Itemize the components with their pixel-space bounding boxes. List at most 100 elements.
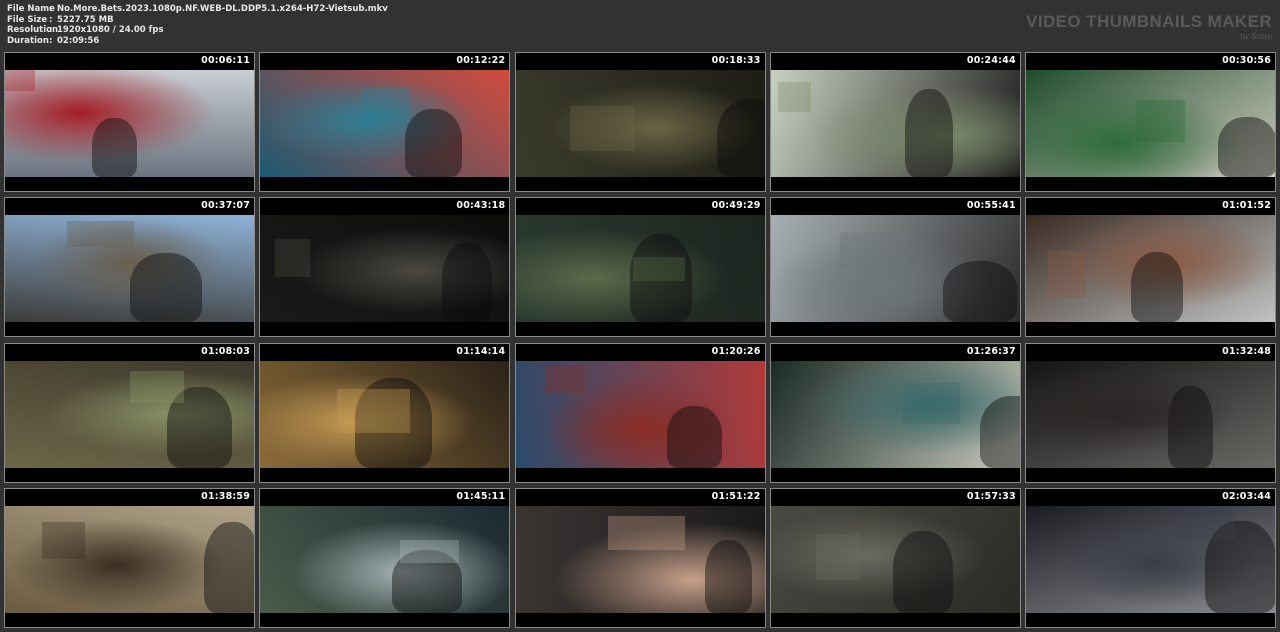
thumbnail: 00:24:44 xyxy=(769,52,1021,192)
video-frame xyxy=(5,70,254,177)
scene-shape xyxy=(204,521,254,613)
scene-shape xyxy=(1110,401,1186,427)
brand-title: VIDEO THUMBNAILS MAKER xyxy=(1026,12,1272,31)
thumbnail: 01:38:59 xyxy=(4,487,255,628)
scene-shape xyxy=(1217,117,1275,177)
thumbnail: 01:20:26 xyxy=(514,342,766,483)
timestamp: 00:49:29 xyxy=(711,200,761,212)
thumbnail: 01:01:52 xyxy=(1025,197,1276,338)
timestamp: 02:03:44 xyxy=(1222,490,1271,502)
video-frame xyxy=(515,360,765,468)
timestamp: 01:26:37 xyxy=(966,345,1016,357)
scene-shape xyxy=(362,88,410,122)
timestamp: 00:12:22 xyxy=(456,55,506,66)
file-size-row: File Size : 5227.75 MB xyxy=(7,14,114,25)
resolution-row: Resolution : 1920x1080 / 24.00 fps xyxy=(7,25,164,36)
thumbnail: 01:14:14 xyxy=(259,342,511,483)
scene-shape xyxy=(778,81,811,112)
scene-shape xyxy=(632,257,685,281)
video-frame xyxy=(5,505,254,613)
file-name-row: File Name : No.More.Bets.2023.1080p.NF.W… xyxy=(7,4,388,14)
duration-value: 02:09:56 xyxy=(57,35,100,46)
video-frame xyxy=(770,505,1020,613)
thumbnail-grid: 00:06:11 00:12:22 00:18:33 00:24:44 00:30:56… xyxy=(4,52,1276,628)
timestamp: 00:06:11 xyxy=(201,55,250,66)
brand-watermark: VIDEO THUMBNAILS MAKER by Scorp xyxy=(1026,12,1272,42)
thumbnail: 00:49:29 xyxy=(514,197,766,338)
video-frame xyxy=(5,360,254,468)
scene-shape xyxy=(1172,509,1236,541)
timestamp: 00:18:33 xyxy=(711,55,761,66)
file-name-value: No.More.Bets.2023.1080p.NF.WEB-DL.DDP5.1… xyxy=(57,4,388,14)
thumbnail: 01:51:22 xyxy=(514,487,766,628)
scene-shape xyxy=(979,395,1020,468)
scene-shape xyxy=(545,364,586,394)
video-frame xyxy=(5,215,254,323)
file-size-label: File Size xyxy=(7,14,48,25)
thumbnail: 00:12:22 xyxy=(259,52,511,192)
scene-shape xyxy=(442,243,492,323)
video-frame xyxy=(770,360,1020,468)
video-frame xyxy=(1026,505,1275,613)
timestamp: 01:14:14 xyxy=(456,345,506,357)
video-frame xyxy=(515,215,765,323)
video-frame xyxy=(260,215,510,323)
timestamp: 01:38:59 xyxy=(201,490,250,502)
thumbnail: 00:06:11 xyxy=(4,52,255,192)
timestamp: 00:24:44 xyxy=(966,55,1016,66)
timestamp: 01:51:22 xyxy=(711,490,761,502)
video-frame xyxy=(515,70,765,177)
scene-shape xyxy=(1048,250,1086,298)
scene-shape xyxy=(42,521,85,560)
thumbnail: 02:03:44 xyxy=(1025,487,1276,628)
timestamp: 00:55:41 xyxy=(966,200,1016,212)
thumbnail: 01:57:33 xyxy=(769,487,1021,628)
thumbnail: 01:32:48 xyxy=(1025,342,1276,483)
scene-shape xyxy=(129,371,185,404)
timestamp: 00:43:18 xyxy=(456,200,506,212)
scene-shape xyxy=(815,533,861,580)
video-frame xyxy=(1026,360,1275,468)
video-frame xyxy=(260,70,510,177)
timestamp: 00:30:56 xyxy=(1222,55,1271,66)
scene-shape xyxy=(905,89,953,177)
file-size-value: 5227.75 MB xyxy=(57,14,114,25)
thumbnail: 01:26:37 xyxy=(769,342,1021,483)
timestamp: 01:45:11 xyxy=(456,490,506,502)
thumbnail: 00:30:56 xyxy=(1025,52,1276,192)
scene-shape xyxy=(67,220,135,248)
thumbnail: 01:45:11 xyxy=(259,487,511,628)
scene-shape xyxy=(840,232,911,268)
scene-shape xyxy=(1135,99,1186,142)
scene-shape xyxy=(5,70,35,92)
scene-shape xyxy=(892,530,953,613)
resolution-label: Resolution xyxy=(7,25,59,36)
timestamp: 01:08:03 xyxy=(201,345,250,357)
video-frame xyxy=(770,215,1020,323)
thumbnail: 00:37:07 xyxy=(4,197,255,338)
scene-shape xyxy=(704,540,753,613)
file-name-label: File Name xyxy=(7,4,55,14)
video-frame xyxy=(1026,70,1275,177)
scene-shape xyxy=(667,405,723,468)
timestamp: 01:20:26 xyxy=(711,345,761,357)
scene-shape xyxy=(570,106,635,152)
thumbnail: 01:08:03 xyxy=(4,342,255,483)
scene-shape xyxy=(404,108,462,177)
video-frame xyxy=(260,505,510,613)
scene-shape xyxy=(337,389,410,434)
video-frame xyxy=(260,360,510,468)
video-frame xyxy=(515,505,765,613)
scene-shape xyxy=(275,238,311,278)
duration-label: Duration xyxy=(7,35,49,46)
scene-shape xyxy=(1130,251,1183,323)
brand-subtitle: by Scorp xyxy=(1240,32,1272,41)
scene-shape xyxy=(902,383,960,424)
timestamp: 00:37:07 xyxy=(201,200,250,212)
thumbnail: 00:55:41 xyxy=(769,197,1021,338)
resolution-value: 1920x1080 / 24.00 fps xyxy=(57,25,164,36)
duration-row: Duration : 02:09:56 xyxy=(7,35,100,46)
timestamp: 01:57:33 xyxy=(966,490,1016,502)
video-frame xyxy=(770,70,1020,177)
scene-shape xyxy=(717,98,765,177)
